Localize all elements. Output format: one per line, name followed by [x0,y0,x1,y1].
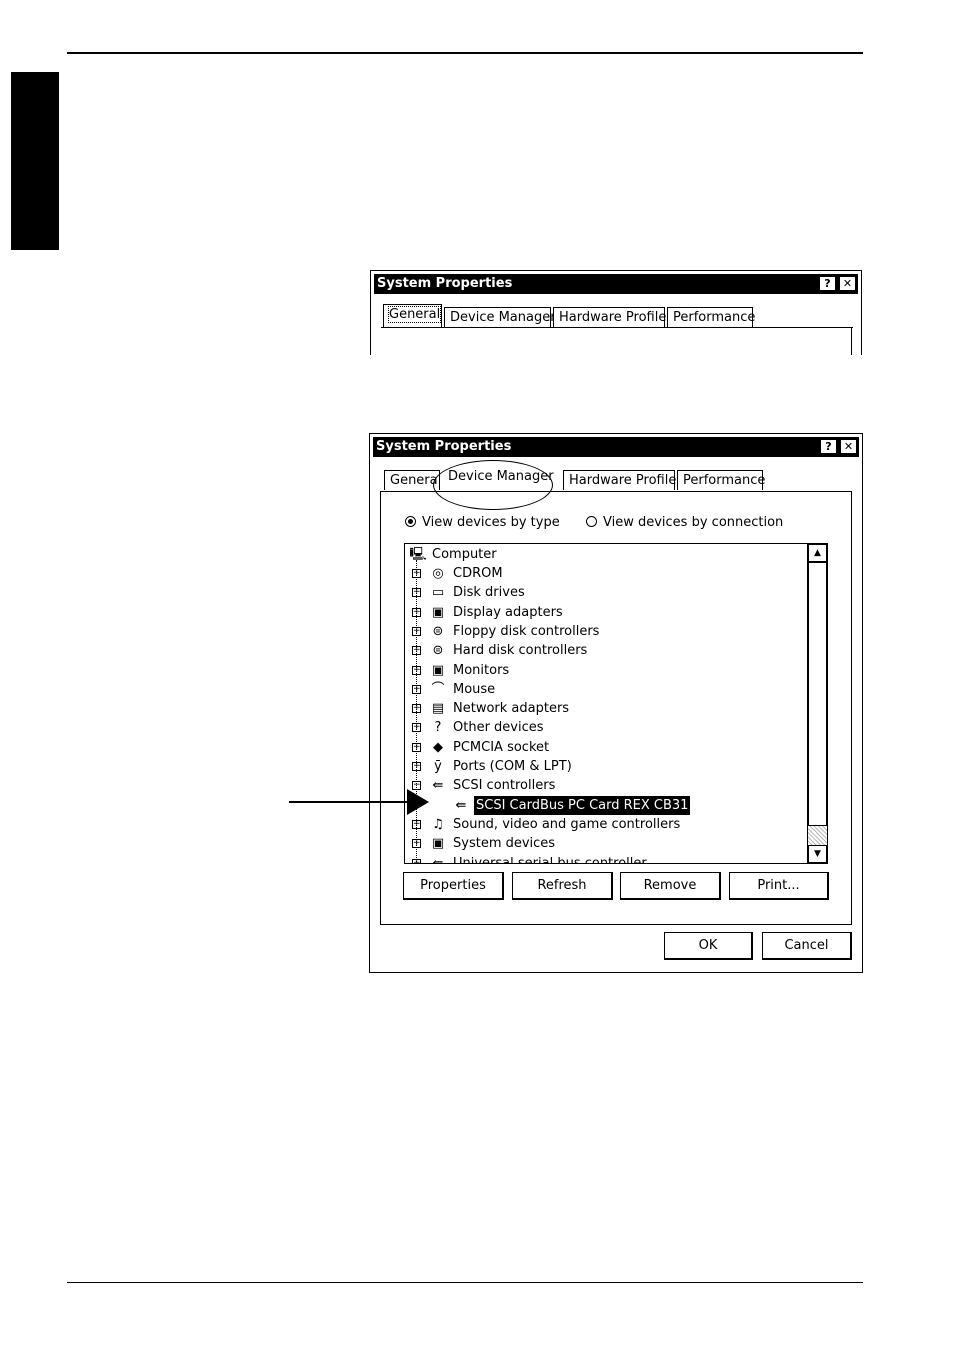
tree-item-label: Display adapters [453,604,563,620]
expand-icon[interactable]: + [412,665,421,675]
tab-performance[interactable]: Performance [667,307,755,327]
cancel-button[interactable]: Cancel [762,932,852,960]
close-button[interactable]: ✕ [840,439,857,454]
tree-item-label: Network adapters [453,701,570,717]
tab-general[interactable]: Genera [384,470,440,490]
scroll-down-button[interactable]: ▼ [808,845,827,863]
mouse-icon: ⌒ [431,681,445,697]
scroll-up-button[interactable]: ▲ [808,544,827,562]
floppy-controller-icon: ⊜ [432,623,444,639]
disk-drive-icon: ▭ [431,585,445,601]
expand-icon[interactable]: + [412,819,421,829]
dialog-title-bar: System Properties ? ✕ [374,274,858,294]
expand-icon[interactable]: + [412,858,421,863]
usb-icon: ⇚ [432,855,444,864]
help-button[interactable]: ? [820,439,837,454]
tree-item-label: Hard disk controllers [453,643,588,659]
tab-panel-border [381,327,853,328]
scsi-icon: ⇚ [455,797,467,813]
pcmcia-icon: ◆ [433,739,443,755]
radio-selected-icon [405,516,416,527]
footer-rule [67,1282,863,1283]
device-manager-panel: View devices by type View devices by con… [380,491,852,925]
expand-icon[interactable]: + [412,569,421,578]
radio-view-by-connection[interactable]: View devices by connection [586,515,783,530]
dialog-title: System Properties [377,276,513,291]
expand-icon[interactable]: + [412,839,421,849]
help-button[interactable]: ? [819,276,836,291]
tree-item-label: PCMCIA socket [453,739,550,755]
tree-item-label: Sound, video and game controllers [453,816,681,832]
tree-item-label: Disk drives [453,585,525,601]
expand-icon[interactable]: + [412,742,421,752]
question-icon: ? [434,720,442,736]
tab-hardware-profiles[interactable]: Hardware Profiles [553,307,673,327]
system-properties-dialog-general: System Properties ? ✕ General Device Man… [370,270,862,355]
sound-icon: ♫ [432,816,444,832]
tree-item-label: SCSI CardBus PC Card REX CB31 [474,795,691,815]
close-button[interactable]: ✕ [839,276,856,291]
expand-icon[interactable]: + [412,723,421,733]
tree-item-label: Mouse [453,681,496,697]
expand-icon[interactable]: + [412,588,421,598]
properties-button[interactable]: Properties [403,872,504,900]
tree-item-label: System devices [453,836,556,852]
tree-item-label: CDROM [453,566,503,581]
expand-icon[interactable]: + [412,607,421,617]
tree-item-label: Monitors [453,662,510,678]
ok-button[interactable]: OK [664,932,753,960]
device-tree[interactable]: 🖳 Computer ▲ ▼ + ◎ CDROM + ▭ Disk drives + ▣ Dis… [404,543,828,864]
display-adapter-icon: ▣ [431,604,445,620]
network-adapter-icon: ▤ [431,701,445,717]
scsi-icon: ⇚ [432,778,444,794]
dialog-title-bar: System Properties ? ✕ [373,437,859,457]
monitor-icon: ▣ [431,662,445,678]
print-button[interactable]: Print... [729,872,829,900]
hard-disk-controller-icon: ⊜ [432,643,444,659]
scroll-thumb[interactable] [808,562,827,826]
tree-item-label: Ports (COM & LPT) [453,759,572,774]
remove-button[interactable]: Remove [620,872,721,900]
tab-panel-border-right [851,327,852,355]
expand-icon[interactable]: + [412,762,421,771]
system-properties-dialog-device-manager: System Properties ? ✕ Genera Device Mana… [369,433,863,973]
dialog-title: System Properties [376,439,512,454]
refresh-button[interactable]: Refresh [512,872,613,900]
tab-device-manager[interactable]: Device Manager [444,307,556,327]
expand-icon[interactable]: + [412,684,421,694]
expand-icon[interactable]: + [412,646,421,656]
expand-icon[interactable]: + [412,626,421,636]
tree-item-label: Universal serial bus controller [453,855,647,864]
tree-item-label: Floppy disk controllers [453,623,600,639]
tab-general[interactable]: General [383,304,442,328]
tab-performance[interactable]: Performance [677,470,765,490]
tree-item-label: Other devices [453,720,544,736]
tree-scrollbar[interactable]: ▲ ▼ [807,544,827,863]
pointer-arrow-line [289,801,413,803]
computer-icon: 🖳 [409,547,427,562]
radio-unselected-icon [586,516,597,527]
pointer-arrow-head [407,789,429,815]
radio-view-by-type[interactable]: View devices by type [405,515,560,530]
tree-item-label: SCSI controllers [453,778,556,794]
tab-hardware-profiles[interactable]: Hardware Profiles [563,470,683,490]
port-icon: ȳ [434,759,442,774]
system-device-icon: ▣ [431,836,445,852]
chapter-side-tab [11,72,59,250]
cdrom-icon: ◎ [432,566,444,581]
expand-icon[interactable]: + [412,704,421,714]
header-rule [67,52,863,54]
